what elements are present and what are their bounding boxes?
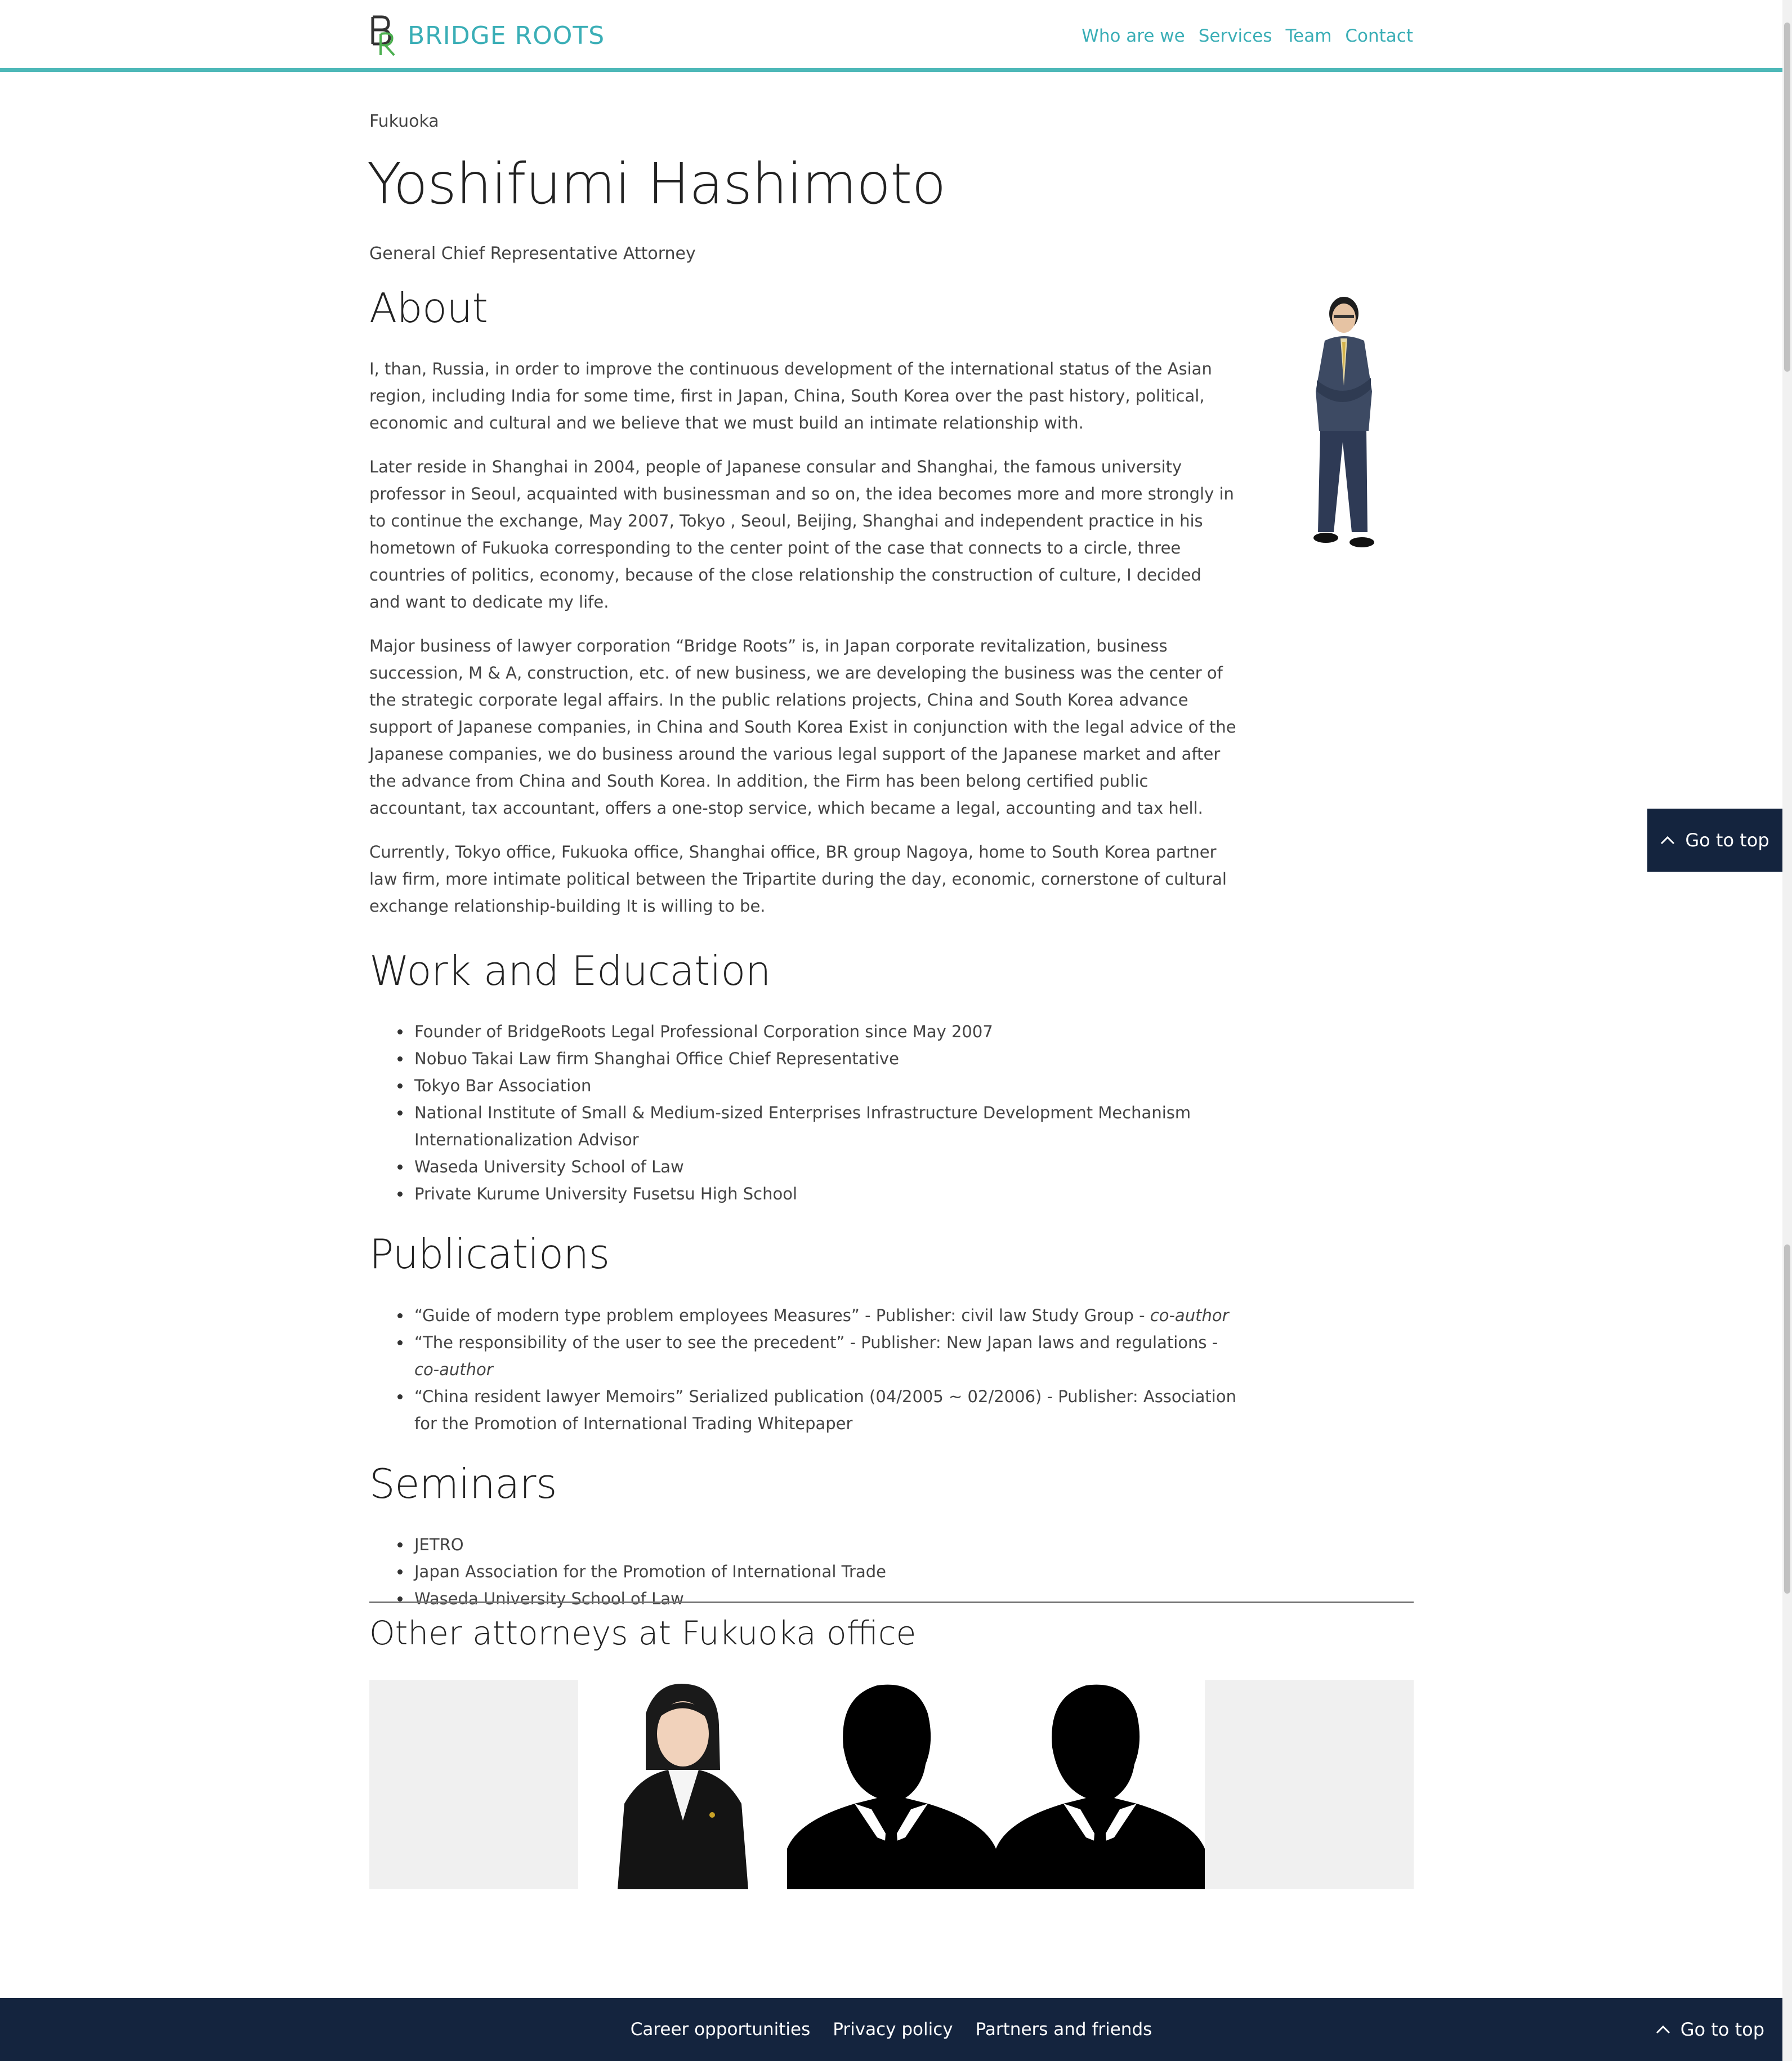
about-paragraph: I, than, Russia, in order to improve the… bbox=[369, 359, 1212, 433]
publication-text: “The responsibility of the user to see t… bbox=[414, 1332, 1218, 1352]
scrollbar-thumb[interactable] bbox=[1784, 23, 1790, 372]
footer-link-career[interactable]: Career opportunities bbox=[631, 2019, 811, 2040]
publications-heading: Publications bbox=[369, 1230, 610, 1278]
nav-services[interactable]: Services bbox=[1199, 23, 1272, 50]
job-title: General Chief Representative Attorney bbox=[369, 244, 696, 264]
about-paragraph: Later reside in Shanghai in 2004, people… bbox=[369, 457, 1234, 612]
other-attorneys-row bbox=[369, 1680, 1414, 1889]
footer-link-partners[interactable]: Partners and friends bbox=[976, 2019, 1152, 2040]
nav-who-are-we[interactable]: Who are we bbox=[1082, 23, 1185, 50]
list-item: Waseda University School of Law bbox=[369, 1153, 1236, 1180]
work-heading: Work and Education bbox=[369, 947, 771, 995]
go-to-top-button[interactable]: Go to top bbox=[1647, 809, 1782, 872]
page-scrollbar[interactable] bbox=[1782, 0, 1792, 2061]
about-paragraph: Major business of lawyer corporation “Br… bbox=[369, 636, 1236, 818]
seminars-list: JETRO Japan Association for the Promotio… bbox=[369, 1531, 1236, 1612]
attorney-card[interactable] bbox=[578, 1680, 787, 1889]
about-paragraph: Currently, Tokyo office, Fukuoka office,… bbox=[369, 842, 1227, 916]
list-item: Japan Association for the Promotion of I… bbox=[369, 1558, 1236, 1585]
site-header: BRIDGE ROOTS Who are we Services Team Co… bbox=[0, 0, 1782, 72]
chevron-up-icon bbox=[1656, 2025, 1670, 2034]
about-heading: About bbox=[369, 284, 488, 332]
brand-logo[interactable]: BRIDGE ROOTS bbox=[369, 15, 605, 56]
seminars-heading: Seminars bbox=[369, 1460, 557, 1507]
author-role: co-author bbox=[414, 1359, 493, 1379]
chevron-up-icon bbox=[1661, 836, 1675, 845]
publications-list: “Guide of modern type problem employees … bbox=[369, 1302, 1236, 1437]
list-item: Tokyo Bar Association bbox=[369, 1072, 1236, 1099]
attorney-card-placeholder[interactable] bbox=[369, 1680, 578, 1889]
attorney-card[interactable] bbox=[996, 1680, 1205, 1889]
go-to-top-label: Go to top bbox=[1685, 829, 1769, 851]
other-attorneys-heading: Other attorneys at Fukuoka office bbox=[369, 1614, 917, 1652]
attorney-photo bbox=[618, 1684, 748, 1889]
footer-link-privacy[interactable]: Privacy policy bbox=[833, 2019, 953, 2040]
main-nav: Who are we Services Team Contact bbox=[1082, 23, 1413, 50]
list-item: Founder of BridgeRoots Legal Professiona… bbox=[369, 1018, 1236, 1045]
attorney-card[interactable] bbox=[787, 1680, 996, 1889]
brand-name: BRIDGE ROOTS bbox=[408, 21, 605, 50]
profile-body: About I, than, Russia, in order to impro… bbox=[369, 284, 1236, 1637]
list-item: “The responsibility of the user to see t… bbox=[369, 1329, 1236, 1383]
attorney-card-placeholder[interactable] bbox=[1205, 1680, 1414, 1889]
page-title: Yoshifumi Hashimoto bbox=[367, 151, 946, 217]
list-item: Private Kurume University Fusetsu High S… bbox=[369, 1180, 1236, 1207]
publication-text: “China resident lawyer Memoirs” Serializ… bbox=[414, 1386, 1236, 1433]
list-item: National Institute of Small & Medium-siz… bbox=[369, 1099, 1236, 1153]
scrollbar-thumb[interactable] bbox=[1784, 1244, 1790, 1594]
nav-team[interactable]: Team bbox=[1285, 23, 1331, 50]
nav-contact[interactable]: Contact bbox=[1345, 23, 1413, 50]
list-item: Waseda University School of Law bbox=[369, 1585, 1236, 1612]
footer-links: Career opportunities Privacy policy Part… bbox=[0, 1998, 1782, 2061]
attorney-portrait bbox=[1313, 297, 1374, 547]
logo-mark-icon bbox=[371, 15, 395, 56]
work-list: Founder of BridgeRoots Legal Professiona… bbox=[369, 1018, 1236, 1207]
office-location: Fukuoka bbox=[369, 111, 439, 131]
section-divider bbox=[369, 1601, 1414, 1603]
silhouette-icon bbox=[996, 1684, 1205, 1889]
list-item: JETRO bbox=[369, 1531, 1236, 1558]
list-item: “Guide of modern type problem employees … bbox=[369, 1302, 1236, 1329]
author-role: co-author bbox=[1150, 1305, 1229, 1325]
silhouette-icon bbox=[787, 1684, 996, 1889]
site-footer: Career opportunities Privacy policy Part… bbox=[0, 1998, 1782, 2061]
footer-go-to-top-button[interactable]: Go to top bbox=[1656, 1998, 1764, 2061]
list-item: “China resident lawyer Memoirs” Serializ… bbox=[369, 1383, 1236, 1437]
publication-text: “Guide of modern type problem employees … bbox=[414, 1305, 1150, 1325]
go-to-top-label: Go to top bbox=[1680, 2019, 1764, 2040]
list-item: Nobuo Takai Law firm Shanghai Office Chi… bbox=[369, 1045, 1236, 1072]
